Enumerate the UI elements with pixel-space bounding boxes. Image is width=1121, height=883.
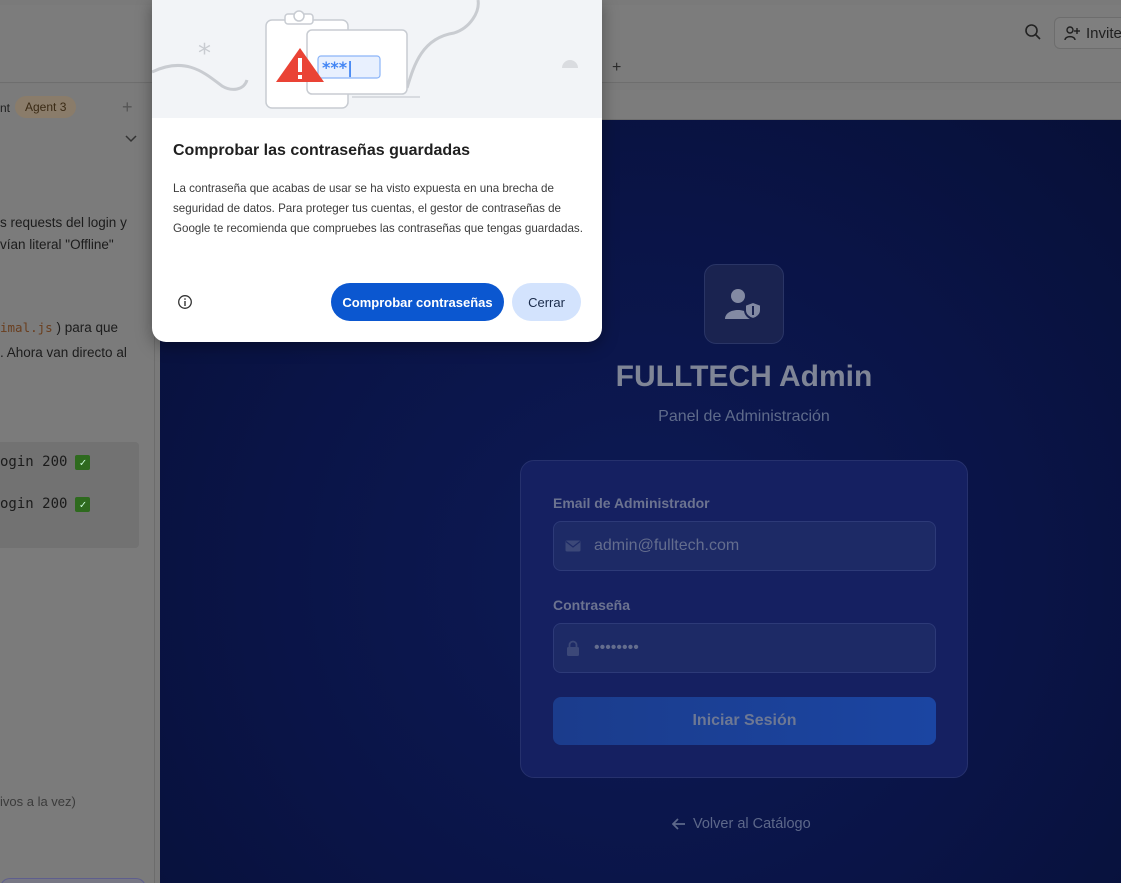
password-check-dialog: * ***| Comprobar las contraseñas guardad…	[152, 0, 602, 342]
password-field[interactable]	[594, 639, 914, 657]
add-agent-button[interactable]: +	[122, 97, 133, 118]
info-icon[interactable]	[177, 294, 193, 310]
code-line: ogin 200 ✓	[0, 454, 91, 470]
sidebar-tab-label[interactable]: nt	[0, 101, 10, 115]
dialog-title: Comprobar las contraseñas guardadas	[173, 142, 470, 159]
inline-code: imal.js	[0, 320, 53, 335]
person-add-icon	[1064, 26, 1080, 41]
invite-button[interactable]: Invite	[1054, 17, 1121, 49]
chat-text-line: . Ahora van directo al	[0, 345, 127, 360]
code-line-text: ogin 200	[0, 454, 68, 470]
envelope-icon	[565, 540, 581, 552]
invite-label: Invite	[1086, 24, 1121, 42]
chat-input-box[interactable]	[0, 878, 146, 883]
password-field-wrapper[interactable]	[553, 623, 936, 673]
new-tab-button[interactable]: +	[612, 59, 621, 77]
back-to-catalog-link[interactable]: Volver al Catálogo	[672, 816, 811, 832]
page-subtitle: Panel de Administración	[658, 408, 830, 425]
check-passwords-button[interactable]: Comprobar contraseñas	[331, 283, 504, 321]
chat-text-fragment: ) para que	[56, 320, 118, 335]
code-block: ogin 200 ✓ ogin 200 ✓	[0, 442, 139, 548]
email-field-wrapper[interactable]	[553, 521, 936, 571]
svg-text:*: *	[198, 39, 211, 69]
masked-password-text: ***|	[322, 58, 353, 78]
search-icon[interactable]	[1024, 23, 1042, 41]
close-button[interactable]: Cerrar	[512, 283, 581, 321]
chat-text-line: s requests del login y	[0, 215, 127, 230]
password-label: Contraseña	[553, 597, 631, 613]
arrow-left-icon	[672, 818, 685, 830]
dialog-message: La contraseña que acabas de usar se ha v…	[173, 182, 583, 235]
page-title: FULLTECH Admin	[615, 360, 873, 393]
code-line-text: ogin 200	[0, 496, 68, 512]
login-form: Email de Administrador Contraseña Inicia…	[520, 460, 968, 778]
email-label: Email de Administrador	[553, 495, 710, 511]
check-icon: ✓	[75, 454, 91, 470]
lock-icon	[567, 640, 579, 656]
agent-sidebar: nt Agent 3 + s requests del login y vían…	[0, 84, 155, 883]
email-field[interactable]	[594, 537, 914, 555]
breach-illustration: * ***|	[152, 0, 602, 118]
sidebar-footnote: ivos a la vez)	[0, 794, 76, 809]
admin-shield-icon	[704, 264, 784, 344]
agent-badge[interactable]: Agent 3	[15, 96, 77, 118]
code-line: ogin 200 ✓	[0, 496, 91, 512]
chat-text-line: imal.js ) para que	[0, 317, 118, 339]
check-icon: ✓	[75, 496, 91, 512]
chevron-down-icon[interactable]	[125, 134, 137, 144]
back-link-label: Volver al Catálogo	[693, 816, 811, 832]
login-button[interactable]: Iniciar Sesión	[553, 697, 936, 745]
chat-text-line: vían literal "Offline"	[0, 237, 114, 252]
sidebar-tabs: nt Agent 3 +	[0, 94, 155, 122]
